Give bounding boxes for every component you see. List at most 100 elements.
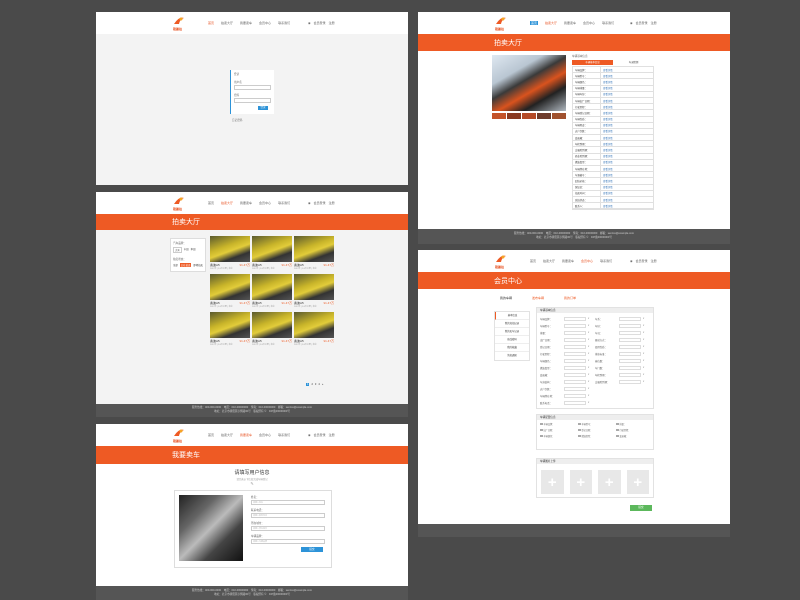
register-link[interactable]: 注册 [329,433,335,437]
page-link[interactable]: 4 [318,383,319,386]
nav-contact[interactable]: 联系我们 [278,21,290,25]
car-card[interactable]: 奥迪A5 ¥1.47万 2012年 | 3.6万公里 | 北京 [210,312,250,346]
nav-member[interactable]: 会员中心 [259,433,271,437]
tab-publish-car[interactable]: 发布车辆 [532,296,544,300]
config-option[interactable]: 车辆品牌： [540,422,574,426]
nav-contact[interactable]: 联系我们 [602,21,614,25]
form-field-input[interactable] [619,358,641,363]
checkbox-icon[interactable] [540,422,543,426]
config-option[interactable]: 排量： [616,422,650,426]
nav-sell[interactable]: 我要卖车 [240,21,252,25]
car-card[interactable]: 奥迪A5 ¥1.47万 2012年 | 3.6万公里 | 北京 [252,312,292,346]
register-link[interactable]: 注册 [651,21,657,25]
phone-input[interactable]: 请输入联系电话 [251,513,325,518]
status-option[interactable]: 全部 [173,263,178,267]
car-thumbnail[interactable] [522,113,536,119]
car-card[interactable]: 奥迪A5 ¥1.47万 2012年 | 3.6万公里 | 北京 [294,312,334,346]
status-option-active[interactable]: 正在拍卖 [179,263,192,267]
upload-plus-icon[interactable]: + [598,470,621,494]
tab-inspection[interactable]: 车况检测 [613,60,654,65]
login-link[interactable]: 会员登录 [314,433,326,437]
info-value-link[interactable]: 查看详情 [600,166,653,172]
info-value-link[interactable]: 查看详情 [600,172,653,178]
info-value-link[interactable]: 查看详情 [600,122,653,128]
brand-input[interactable]: 请输入车辆品牌 [251,539,325,544]
nav-member[interactable]: 会员中心 [583,21,595,25]
login-link[interactable]: 会员登录 [636,21,648,25]
car-card[interactable]: 奥迪A5 ¥1.47万 2012年 | 3.6万公里 | 北京 [210,274,250,308]
nav-home[interactable]: 首页 [530,259,536,263]
tab-my-cars[interactable]: 我的车辆 [500,296,512,300]
info-value-link[interactable]: 查看详情 [600,190,653,196]
info-value-link[interactable]: 查看详情 [600,159,653,165]
side-menu-item[interactable]: 我的收藏 [495,344,529,352]
form-field-input[interactable] [564,379,586,384]
tab-basic-info[interactable]: 车辆基本信息 [572,60,613,65]
register-link[interactable]: 注册 [329,201,335,205]
page-link[interactable]: 3 [315,383,316,386]
nav-member[interactable]: 会员中心 [259,201,271,205]
form-field-input[interactable] [564,400,586,405]
info-value-link[interactable]: 查看详情 [600,97,653,104]
checkbox-icon[interactable] [616,428,619,432]
nav-home[interactable]: 首页 [208,433,214,437]
checkbox-icon[interactable] [616,434,619,438]
form-field-input[interactable] [619,372,641,377]
car-card[interactable]: 奥迪A5 ¥1.47万 2012年 | 3.6万公里 | 北京 [294,274,334,308]
city-input[interactable]: 请输入所在城市 [251,526,325,531]
info-value-link[interactable]: 查看详情 [600,67,653,73]
side-menu-item[interactable]: 消息通知 [495,352,529,360]
password-input[interactable] [234,98,271,103]
info-value-link[interactable]: 查看详情 [600,178,653,184]
page-link[interactable]: 2 [311,383,312,386]
config-option[interactable]: 车辆型号： [578,422,612,426]
car-thumbnail[interactable] [537,113,551,119]
side-menu-item[interactable]: 我的竞拍记录 [495,320,529,328]
checkbox-icon[interactable] [540,434,543,438]
login-button[interactable]: 登录 [258,106,268,110]
info-value-link[interactable]: 查看详情 [600,104,653,110]
info-value-link[interactable]: 查看详情 [600,147,653,153]
form-field-input[interactable] [619,365,641,370]
info-value-link[interactable]: 查看详情 [600,79,653,85]
form-field-input[interactable] [619,337,641,342]
form-field-input[interactable] [564,372,586,377]
info-value-link[interactable]: 查看详情 [600,184,653,190]
info-value-link[interactable]: 查看详情 [600,91,653,97]
checkbox-icon[interactable] [616,422,619,426]
upload-plus-icon[interactable]: + [569,470,592,494]
form-field-input[interactable] [619,316,641,321]
form-field-input[interactable] [564,344,586,349]
tab-my-orders[interactable]: 我的订单 [564,296,576,300]
form-field-input[interactable] [564,358,586,363]
nav-home[interactable]: 首页 [208,201,214,205]
username-input[interactable] [234,85,271,90]
brand-option[interactable]: 大众 [173,247,182,253]
brand-option[interactable]: 丰田 [184,247,189,253]
checkbox-icon[interactable] [540,428,543,432]
form-field-input[interactable] [564,393,586,398]
nav-sell[interactable]: 我要卖车 [240,433,252,437]
page-next[interactable]: » [322,383,323,386]
status-option[interactable]: 即将拍卖 [193,263,203,267]
upload-plus-icon[interactable]: + [626,470,649,494]
checkbox-icon[interactable] [578,422,581,426]
car-thumbnail[interactable] [492,113,506,119]
form-field-input[interactable] [564,351,586,356]
forgot-password-link[interactable]: 忘记密码 [232,118,242,122]
side-menu-item[interactable]: 修改密码 [495,336,529,344]
form-field-input[interactable] [619,351,641,356]
info-value-link[interactable]: 查看详情 [600,85,653,91]
config-option[interactable]: 车辆颜色： [540,434,574,438]
form-field-input[interactable] [619,323,641,328]
nav-sell[interactable]: 我要卖车 [564,21,576,25]
side-menu-item[interactable]: 基本信息 [495,312,529,320]
nav-auction[interactable]: 拍卖大厅 [221,433,233,437]
brand-option[interactable]: 本田 [191,247,196,253]
nav-contact[interactable]: 联系我们 [600,259,612,263]
nav-auction[interactable]: 拍卖大厅 [221,201,233,205]
side-menu-item[interactable]: 我的卖车记录 [495,328,529,336]
nav-member[interactable]: 会员中心 [581,259,593,263]
form-field-input[interactable] [619,330,641,335]
car-card[interactable]: 奥迪A5 ¥1.47万 2012年 | 3.6万公里 | 北京 [294,236,334,270]
